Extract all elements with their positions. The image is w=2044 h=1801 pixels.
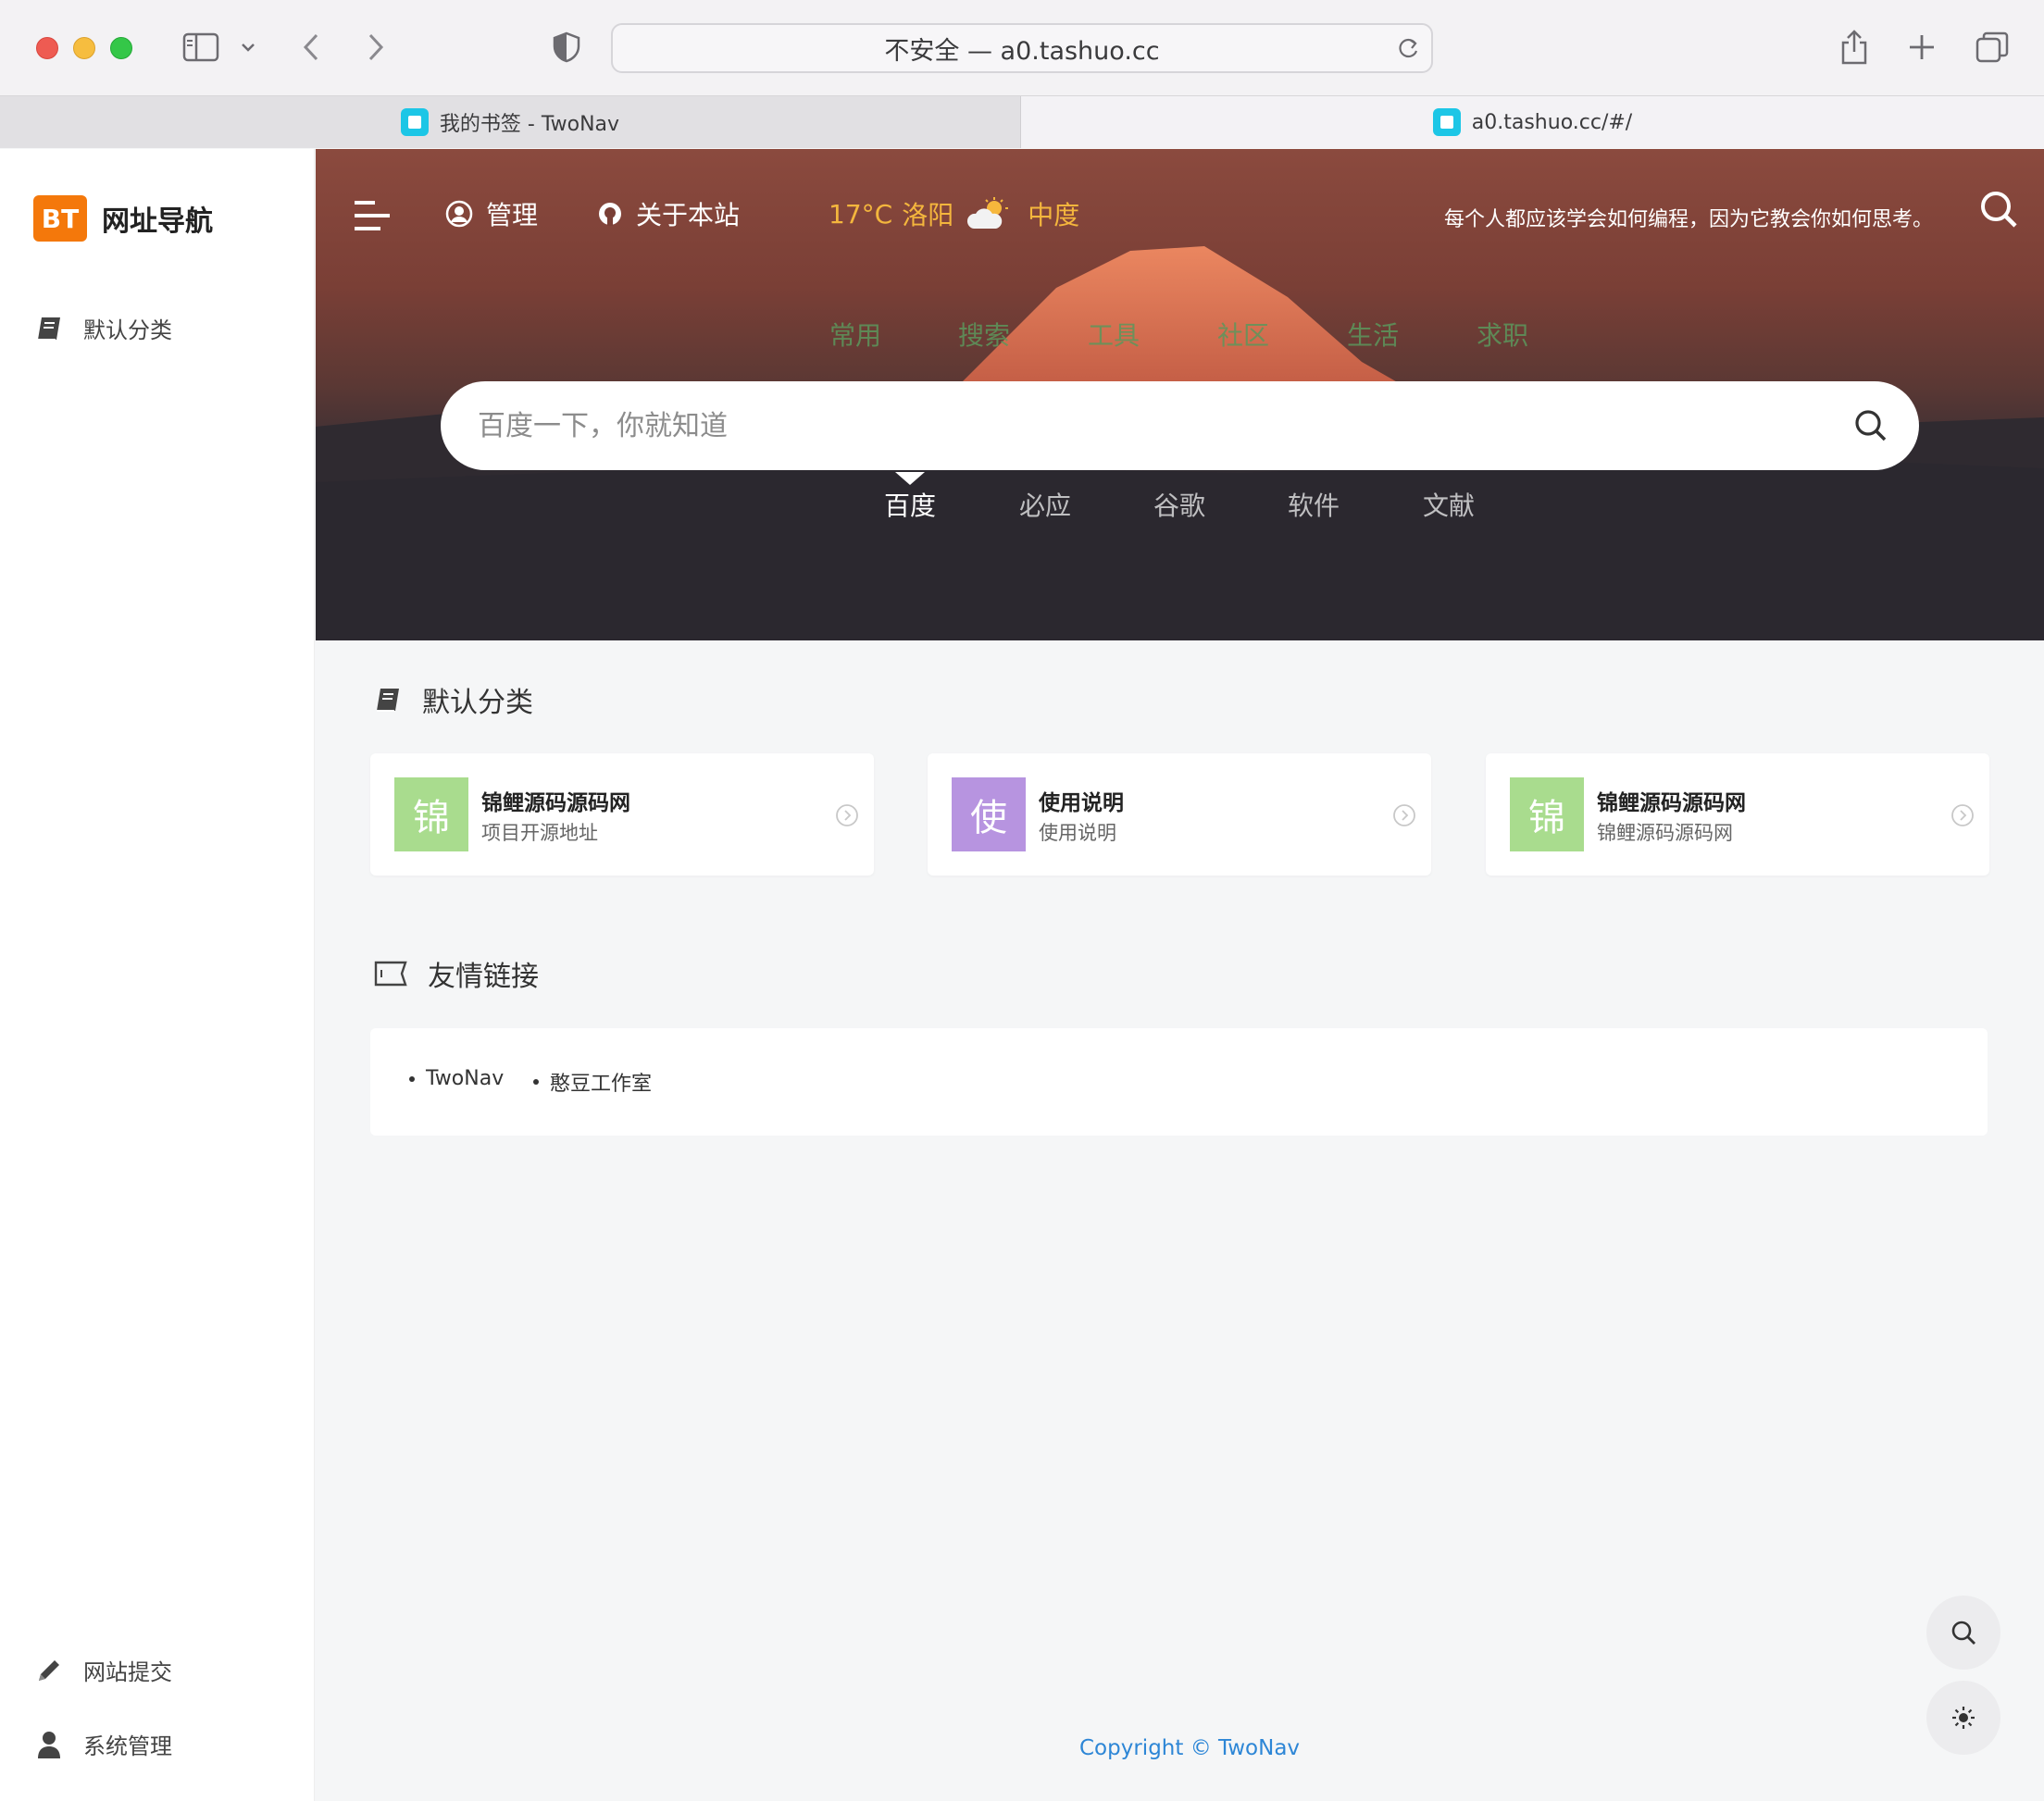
browser-toolbar: 不安全 — a0.tashuo.cc (0, 0, 2044, 96)
nav-manage-link[interactable]: 管理 (445, 195, 538, 232)
category-tab[interactable]: 社区 (1217, 316, 1269, 353)
sidebar-item-label: 默认分类 (83, 317, 172, 343)
floating-search-button[interactable] (1926, 1596, 2000, 1670)
site-favicon-icon (400, 108, 429, 136)
nav-about-link[interactable]: 关于本站 (597, 195, 740, 232)
friend-links-box: TwoNav 憨豆工作室 (370, 1028, 1988, 1136)
sidebar: BT 网址导航 默认分类 网站提交 系统管理 (0, 149, 315, 1801)
tab-bar: 我的书签 - TwoNav a0.tashuo.cc/#/ (0, 96, 2044, 148)
sidebar-item-default-category[interactable]: 默认分类 (33, 312, 172, 344)
site-desc: 使用说明 (1039, 822, 1116, 844)
weather-widget[interactable]: 17°C 洛阳 中度 (829, 195, 1079, 232)
chevron-right-circle-icon[interactable] (1392, 803, 1416, 831)
reload-icon[interactable] (1396, 35, 1420, 68)
minimize-window-button[interactable] (73, 37, 95, 59)
tab-bookmarks[interactable]: 我的书签 - TwoNav (0, 96, 1021, 148)
chevron-right-circle-icon[interactable] (835, 803, 859, 831)
engine-tab-baidu[interactable]: 百度 (884, 486, 936, 523)
site-favicon-icon (1432, 108, 1461, 136)
engine-tab-papers[interactable]: 文献 (1423, 486, 1475, 523)
friend-link[interactable]: 憨豆工作室 (533, 1067, 652, 1097)
brand-name: 网址导航 (102, 205, 213, 238)
air-quality: 中度 (1028, 200, 1080, 230)
section-title-text: 友情链接 (428, 961, 539, 993)
category-tab[interactable]: 常用 (829, 316, 881, 353)
site-desc: 项目开源地址 (481, 822, 598, 844)
brand-logo: BT (33, 195, 87, 242)
site-title: 锦鲤源码源码网 (1597, 791, 1746, 815)
menu-toggle-icon[interactable] (353, 199, 392, 232)
back-arrow-icon[interactable] (296, 26, 326, 68)
weather-city: 洛阳 (902, 200, 954, 230)
category-tab[interactable]: 生活 (1347, 316, 1399, 353)
top-nav: 管理 关于本站 17°C 洛阳 中度 每个人都应该学会如何编程，因为它教会你如何… (316, 149, 2044, 251)
engine-indicator (895, 472, 925, 485)
site-card[interactable]: 锦 锦鲤源码源码网 锦鲤源码源码网 (1486, 753, 1989, 876)
search-icon (1951, 1620, 1976, 1646)
book-icon (374, 686, 402, 714)
section-title-text: 默认分类 (422, 687, 533, 719)
search-input[interactable] (478, 400, 1811, 452)
partly-cloudy-icon (966, 197, 1009, 230)
chevron-right-circle-icon[interactable] (1951, 803, 1975, 831)
category-tab[interactable]: 工具 (1088, 316, 1140, 353)
category-tab[interactable]: 求职 (1477, 316, 1528, 353)
engine-tab-software[interactable]: 软件 (1288, 486, 1340, 523)
browser-window: 不安全 — a0.tashuo.cc 我的书签 - TwoNav a0.tash… (0, 0, 2044, 1801)
hero-banner: 管理 关于本站 17°C 洛阳 中度 每个人都应该学会如何编程，因为它教会你如何… (316, 149, 2044, 640)
search-box (441, 381, 1919, 470)
site-desc: 锦鲤源码源码网 (1597, 822, 1733, 844)
friend-link[interactable]: TwoNav (409, 1067, 504, 1090)
tab-label: a0.tashuo.cc/#/ (1471, 110, 1633, 134)
chevron-down-icon[interactable] (235, 26, 261, 68)
sidebar-item-label: 系统管理 (83, 1733, 172, 1759)
category-tab[interactable]: 搜索 (958, 316, 1010, 353)
sidebar-item-label: 网站提交 (83, 1659, 172, 1685)
nav-label: 管理 (486, 200, 539, 230)
nav-label: 关于本站 (636, 200, 741, 230)
zoom-window-button[interactable] (110, 37, 132, 59)
user-icon (33, 1729, 65, 1760)
motto-text: 每个人都应该学会如何编程，因为它教会你如何思考。 (1443, 208, 1933, 231)
book-icon (33, 313, 65, 344)
tab-current[interactable]: a0.tashuo.cc/#/ (1021, 96, 2044, 148)
site-title: 使用说明 (1039, 791, 1124, 815)
sidebar-toggle-icon[interactable] (178, 26, 224, 68)
search-submit-icon[interactable] (1854, 409, 1888, 446)
weather-temp: 17°C (829, 198, 893, 230)
share-icon[interactable] (1837, 26, 1872, 68)
pencil-icon (33, 1655, 65, 1686)
site-thumb: 锦 (394, 777, 468, 851)
address-text: 不安全 — a0.tashuo.cc (884, 36, 1160, 66)
engine-tab-google[interactable]: 谷歌 (1153, 486, 1205, 523)
github-icon (597, 201, 623, 227)
site-card[interactable]: 使 使用说明 使用说明 (928, 753, 1431, 876)
address-bar[interactable]: 不安全 — a0.tashuo.cc (611, 23, 1433, 73)
sidebar-item-system-admin[interactable]: 系统管理 (33, 1728, 172, 1760)
theme-toggle-button[interactable] (1926, 1681, 2000, 1755)
privacy-shield-icon[interactable] (550, 26, 583, 68)
sidebar-item-submit-site[interactable]: 网站提交 (33, 1654, 172, 1686)
site-title: 锦鲤源码源码网 (481, 791, 630, 815)
site-thumb: 锦 (1510, 777, 1584, 851)
tab-overview-icon[interactable] (1974, 26, 2011, 68)
user-circle-icon (445, 200, 473, 228)
tab-label: 我的书签 - TwoNav (439, 113, 620, 136)
brand[interactable]: BT 网址导航 (33, 195, 213, 242)
ticket-icon (374, 961, 407, 987)
forward-arrow-icon[interactable] (361, 26, 391, 68)
engine-tab-bing[interactable]: 必应 (1019, 486, 1071, 523)
site-card[interactable]: 锦 锦鲤源码源码网 项目开源地址 (370, 753, 874, 876)
section-title-default: 默认分类 (374, 679, 533, 720)
site-thumb: 使 (952, 777, 1026, 851)
close-window-button[interactable] (36, 37, 58, 59)
sun-icon (1951, 1705, 1976, 1731)
footer-copyright[interactable]: Copyright © TwoNav (1079, 1736, 1300, 1760)
new-tab-plus-icon[interactable] (1905, 26, 1938, 68)
section-title-links: 友情链接 (374, 953, 539, 994)
search-icon[interactable] (1979, 190, 2018, 232)
